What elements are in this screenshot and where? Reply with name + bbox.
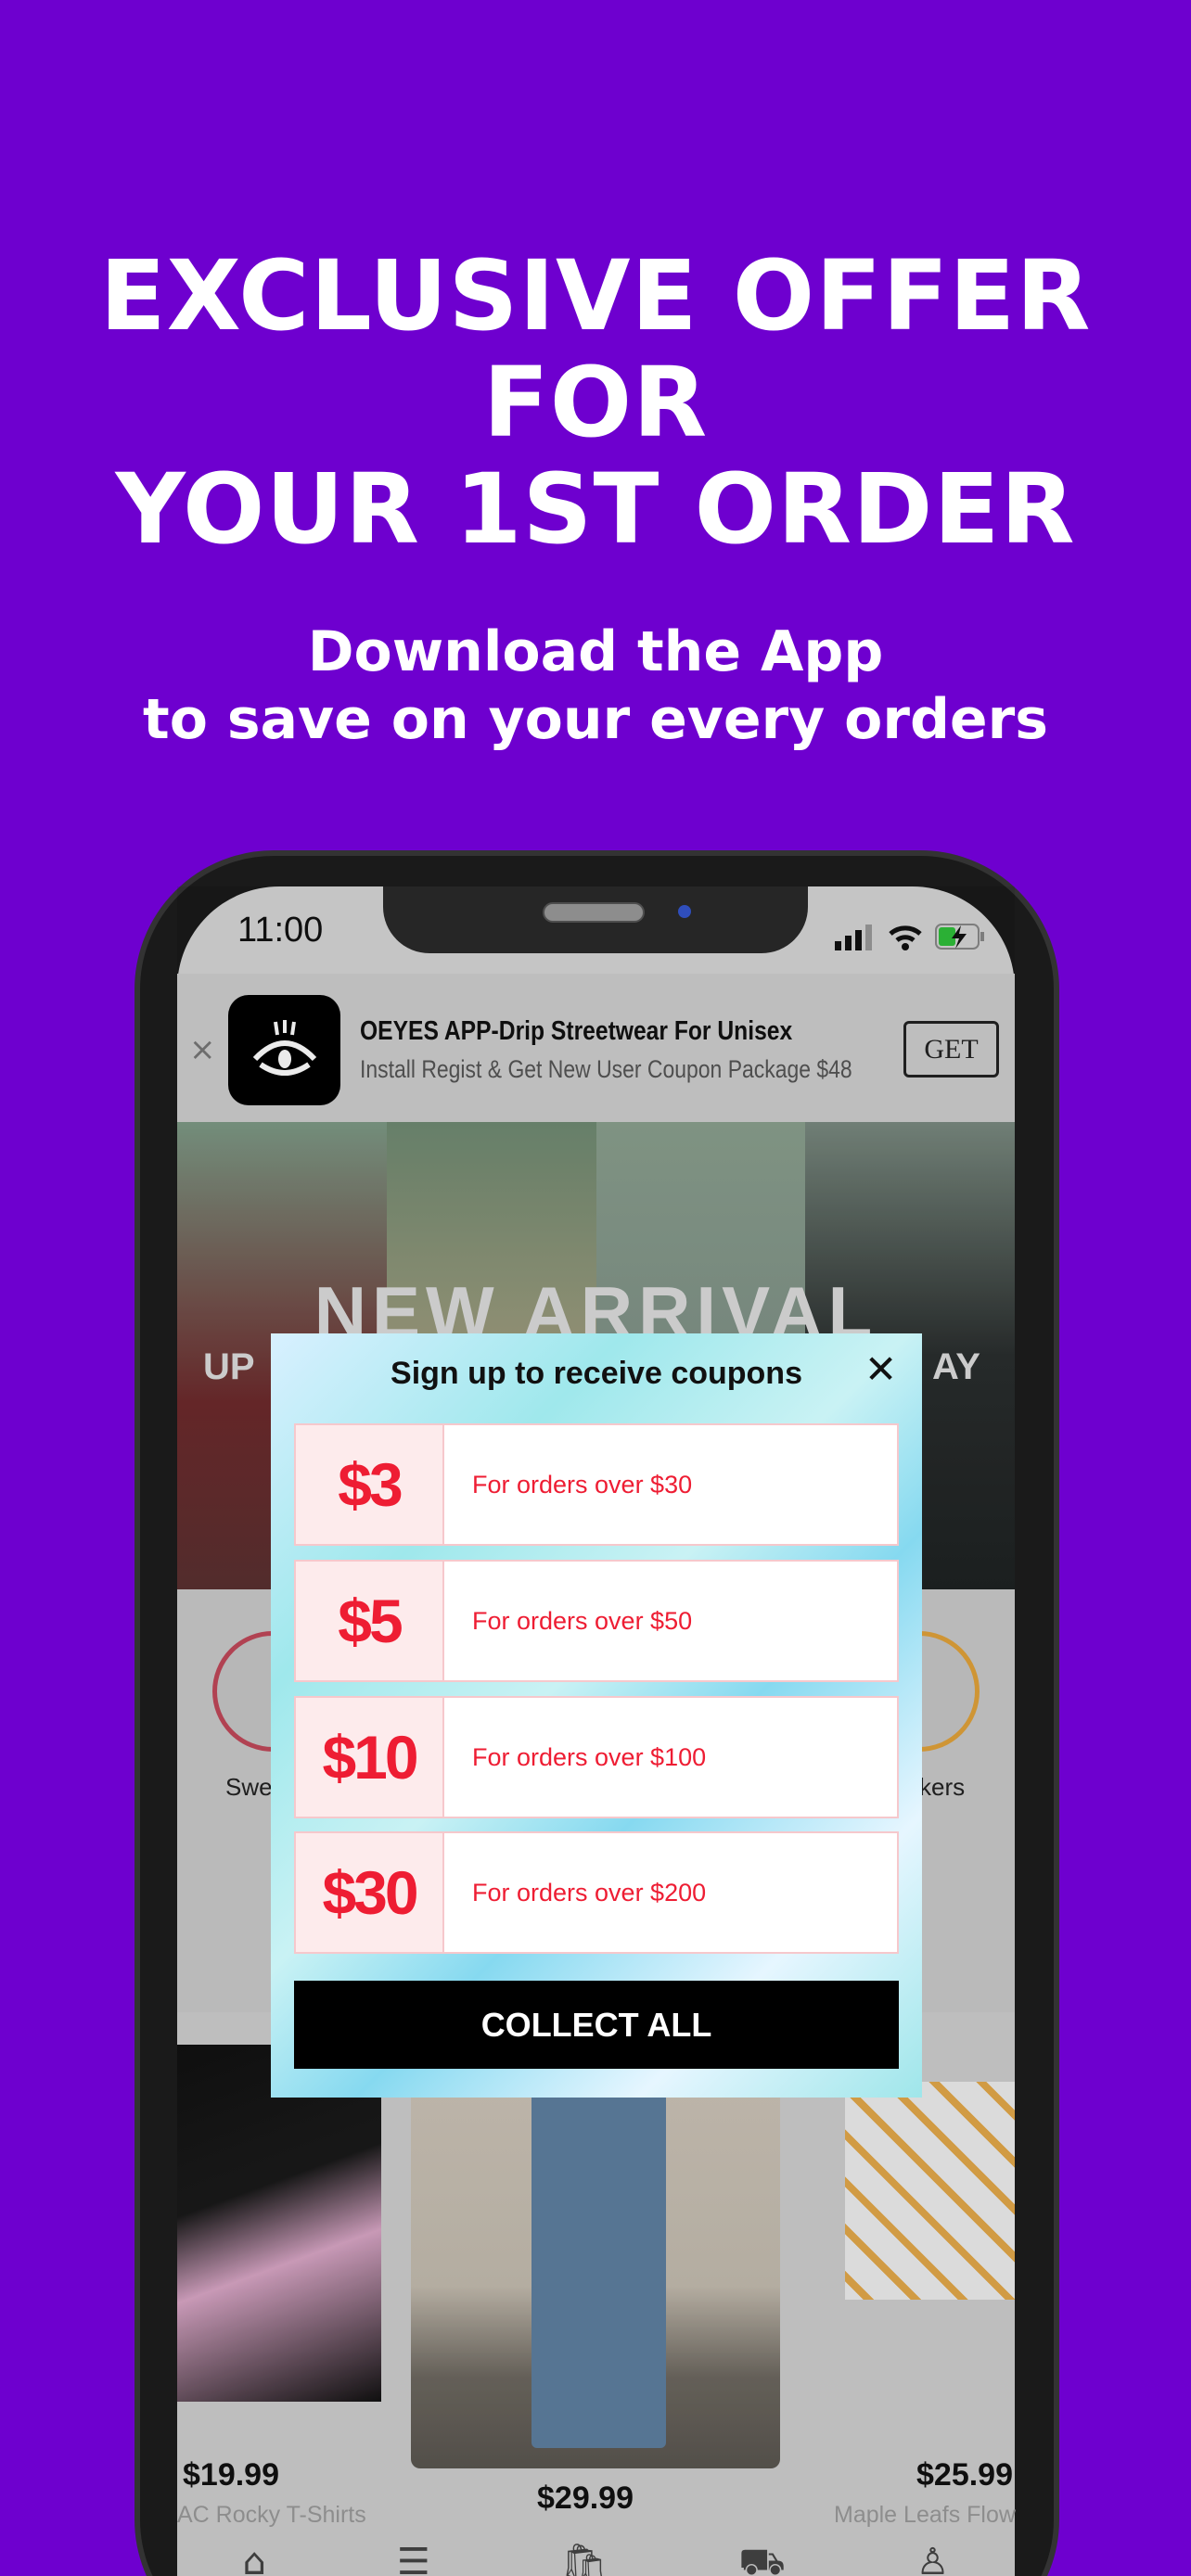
coupon-amount: $30 — [296, 1833, 444, 1952]
coupon-amount: $3 — [296, 1425, 444, 1544]
subheadline-line-1: Download the App — [307, 619, 884, 684]
coupon-card[interactable]: $3 For orders over $30 — [294, 1423, 899, 1546]
coupon-amount: $10 — [296, 1698, 444, 1817]
popup-close-button[interactable]: ✕ — [864, 1350, 897, 1389]
coupon-amount: $5 — [296, 1562, 444, 1680]
coupon-condition: For orders over $100 — [444, 1698, 897, 1817]
coupon-condition: For orders over $30 — [444, 1425, 897, 1544]
coupon-condition: For orders over $50 — [444, 1562, 897, 1680]
headline-line-3: YOUR 1ST ORDER — [115, 453, 1076, 566]
subheadline-line-2: to save on your every orders — [143, 687, 1048, 752]
headline-line-1: EXCLUSIVE OFFER — [99, 239, 1092, 352]
coupon-condition: For orders over $200 — [444, 1833, 897, 1952]
headline-line-2: FOR — [482, 346, 709, 459]
collect-all-button[interactable]: COLLECT ALL — [294, 1981, 899, 2069]
coupon-card[interactable]: $30 For orders over $200 — [294, 1831, 899, 1954]
popup-title: Sign up to receive coupons — [391, 1356, 802, 1391]
coupon-card[interactable]: $10 For orders over $100 — [294, 1696, 899, 1818]
coupon-card[interactable]: $5 For orders over $50 — [294, 1560, 899, 1682]
coupon-popup: Sign up to receive coupons ✕ $3 For orde… — [271, 1333, 922, 2098]
